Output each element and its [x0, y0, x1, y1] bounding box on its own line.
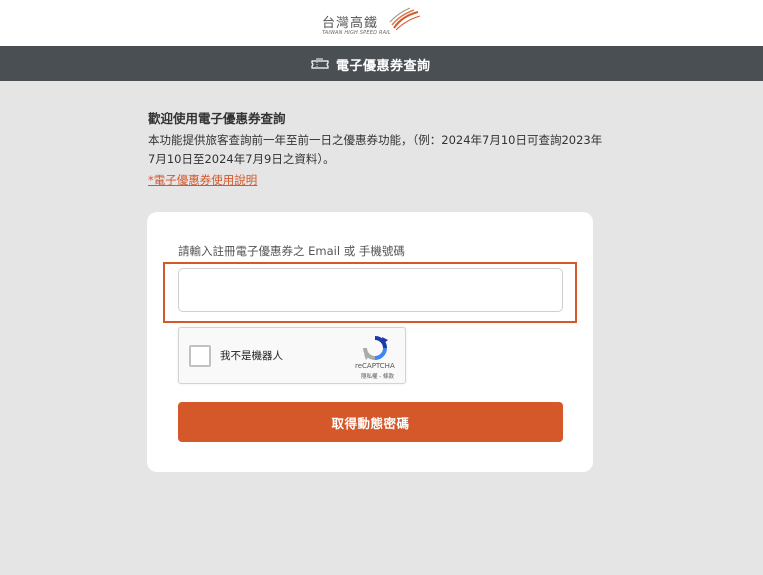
intro-heading: 歡迎使用電子優惠券查詢 — [148, 111, 286, 126]
query-form-card: 請輸入註冊電子優惠券之 Email 或 手機號碼 我不是機器人 reCAPTCH… — [147, 212, 593, 472]
recaptcha-label: 我不是機器人 — [220, 350, 283, 362]
recaptcha-privacy-terms-links[interactable]: 隱私權 - 條款 — [361, 372, 394, 380]
recaptcha-brand: reCAPTCHA — [355, 362, 395, 370]
coupon-usage-guide-link[interactable]: *電子優惠券使用說明 — [148, 171, 257, 189]
get-dynamic-password-button[interactable]: 取得動態密碼 — [178, 402, 563, 442]
page-titlebar: 電子優惠券查詢 — [0, 46, 763, 81]
recaptcha-checkbox[interactable] — [189, 345, 211, 367]
intro-section: 歡迎使用電子優惠券查詢 本功能提供旅客查詢前一年至前一日之優惠券功能，（例：20… — [148, 110, 618, 189]
thsr-logo[interactable]: 台灣高鐵 TAIWAN HIGH SPEED RAIL — [322, 6, 422, 40]
intro-description: 本功能提供旅客查詢前一年至前一日之優惠券功能，（例：2024年7月10日可查詢2… — [148, 133, 603, 166]
email-or-phone-input[interactable] — [178, 268, 563, 312]
recaptcha-widget: 我不是機器人 reCAPTCHA 隱私權 - 條款 — [178, 327, 406, 384]
page-title: 電子優惠券查詢 — [336, 58, 431, 74]
top-header: 台灣高鐵 TAIWAN HIGH SPEED RAIL — [0, 0, 763, 46]
coupon-ticket-icon — [311, 58, 329, 69]
email-phone-field-label: 請輸入註冊電子優惠券之 Email 或 手機號碼 — [178, 244, 405, 258]
thsr-swoosh-icon — [389, 7, 420, 31]
recaptcha-logo-icon — [363, 336, 388, 360]
logo-chinese-text: 台灣高鐵 — [322, 16, 379, 31]
